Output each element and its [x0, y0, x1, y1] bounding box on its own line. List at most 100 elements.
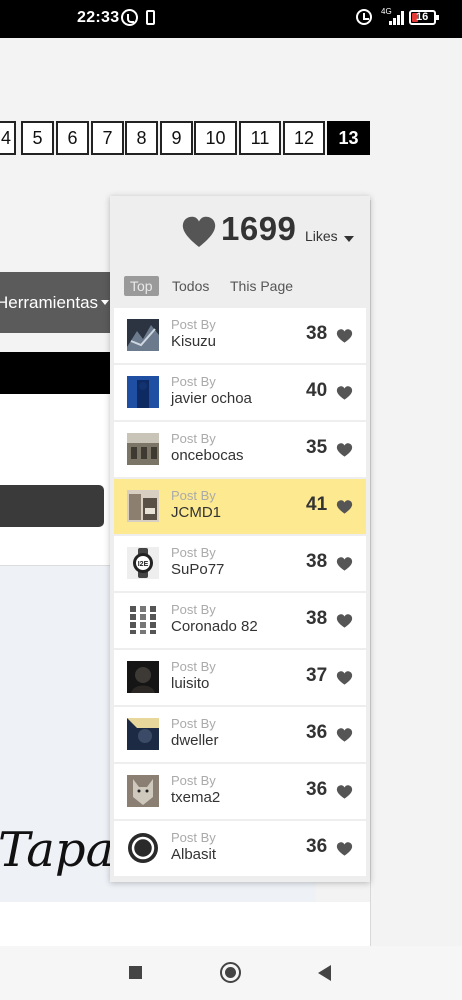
heart-icon [336, 443, 353, 457]
page-4-button[interactable]: 4 [0, 121, 16, 155]
list-item[interactable]: Post By oncebocas 35 [114, 422, 366, 477]
avatar: I2E [127, 547, 159, 579]
post-by-label: Post By [171, 374, 216, 389]
post-by-label: Post By [171, 716, 216, 731]
footer-strip [0, 902, 370, 946]
page-8-button[interactable]: 8 [125, 121, 158, 155]
avatar [127, 433, 159, 465]
heart-icon [336, 728, 353, 742]
page-6-button[interactable]: 6 [56, 121, 89, 155]
like-score: 36 [306, 836, 328, 857]
heart-icon [336, 329, 353, 343]
phone-icon [146, 10, 155, 25]
avatar [127, 604, 159, 636]
like-score: 37 [306, 665, 328, 686]
username[interactable]: javier ochoa [171, 390, 252, 407]
like-score: 41 [306, 494, 328, 515]
list-item[interactable]: Post By luisito 37 [114, 650, 366, 705]
page-13-button[interactable]: 13 [327, 121, 370, 155]
likes-label: Likes [305, 228, 338, 244]
avatar [127, 490, 159, 522]
heart-icon [336, 557, 353, 571]
status-bar: 22:33 4G 16 [0, 0, 462, 38]
likes-count: 1699 [221, 210, 297, 247]
username[interactable]: oncebocas [171, 447, 244, 464]
dark-action-button[interactable] [0, 485, 104, 527]
heart-icon [336, 671, 353, 685]
battery-level: 16 [416, 11, 429, 23]
list-item[interactable]: Post By dweller 36 [114, 707, 366, 762]
heart-icon [336, 500, 353, 514]
filter-tab-top[interactable]: Top [124, 276, 159, 296]
avatar [127, 661, 159, 693]
like-score: 38 [306, 608, 328, 629]
avatar [127, 718, 159, 750]
list-item[interactable]: Post By Coronado 82 38 [114, 593, 366, 648]
likes-widget: 1699 Likes Top Todos This Page Post By K… [110, 196, 370, 882]
page-5-button[interactable]: 5 [21, 121, 54, 155]
like-score: 36 [306, 779, 328, 800]
list-item[interactable]: Post By JCMD1 41 [114, 479, 366, 534]
black-banner [0, 352, 110, 394]
username[interactable]: dweller [171, 732, 219, 749]
post-by-label: Post By [171, 773, 216, 788]
list-item[interactable]: Post By Kisuzu 38 [114, 308, 366, 363]
username[interactable]: luisito [171, 675, 209, 692]
like-score: 40 [306, 380, 328, 401]
likes-filter-bar: Top Todos This Page [110, 268, 370, 304]
username[interactable]: txema2 [171, 789, 220, 806]
heart-icon [336, 614, 353, 628]
navigation-bar [0, 946, 462, 1000]
heart-icon [336, 842, 353, 856]
avatar [127, 775, 159, 807]
username[interactable]: Albasit [171, 846, 216, 863]
heart-icon [336, 386, 353, 400]
like-score: 38 [306, 323, 328, 344]
post-by-label: Post By [171, 830, 216, 845]
home-icon[interactable] [220, 962, 241, 983]
back-icon[interactable] [318, 965, 331, 981]
page-11-button[interactable]: 11 [239, 121, 281, 155]
likes-header[interactable]: 1699 Likes [110, 196, 370, 262]
herramientas-menu-button[interactable]: Herramientas [0, 272, 110, 333]
recent-apps-icon[interactable] [129, 966, 142, 979]
chevron-down-icon[interactable] [344, 236, 354, 242]
alarm-icon [356, 9, 372, 25]
username[interactable]: Coronado 82 [171, 618, 258, 635]
filter-tab-this-page[interactable]: This Page [230, 276, 293, 296]
divider [370, 200, 371, 946]
post-by-label: Post By [171, 488, 216, 503]
list-item[interactable]: Post By txema2 36 [114, 764, 366, 819]
whatsapp-icon [121, 9, 138, 26]
page-10-button[interactable]: 10 [194, 121, 237, 155]
post-by-label: Post By [171, 317, 216, 332]
username[interactable]: Kisuzu [171, 333, 216, 350]
status-time: 22:33 [77, 9, 120, 26]
avatar [127, 376, 159, 408]
username[interactable]: SuPo77 [171, 561, 224, 578]
list-item[interactable]: I2E Post By SuPo77 38 [114, 536, 366, 591]
like-score: 36 [306, 722, 328, 743]
chevron-down-icon [101, 300, 109, 305]
list-item[interactable]: Post By javier ochoa 40 [114, 365, 366, 420]
post-by-label: Post By [171, 431, 216, 446]
avatar [127, 319, 159, 351]
like-score: 35 [306, 437, 328, 458]
page-12-button[interactable]: 12 [283, 121, 325, 155]
avatar [127, 832, 159, 864]
svg-text:I2E: I2E [138, 561, 149, 568]
heart-icon [182, 216, 216, 247]
signal-icon [389, 11, 405, 25]
post-by-label: Post By [171, 659, 216, 674]
page-9-button[interactable]: 9 [160, 121, 193, 155]
page-7-button[interactable]: 7 [91, 121, 124, 155]
post-by-label: Post By [171, 545, 216, 560]
battery-icon: 16 [409, 10, 439, 25]
herramientas-label: Herramientas [0, 293, 99, 312]
content-panel [0, 394, 110, 566]
username[interactable]: JCMD1 [171, 504, 221, 521]
post-by-label: Post By [171, 602, 216, 617]
like-score: 38 [306, 551, 328, 572]
list-item[interactable]: Post By Albasit 36 [114, 821, 366, 876]
filter-tab-todos[interactable]: Todos [172, 276, 209, 296]
